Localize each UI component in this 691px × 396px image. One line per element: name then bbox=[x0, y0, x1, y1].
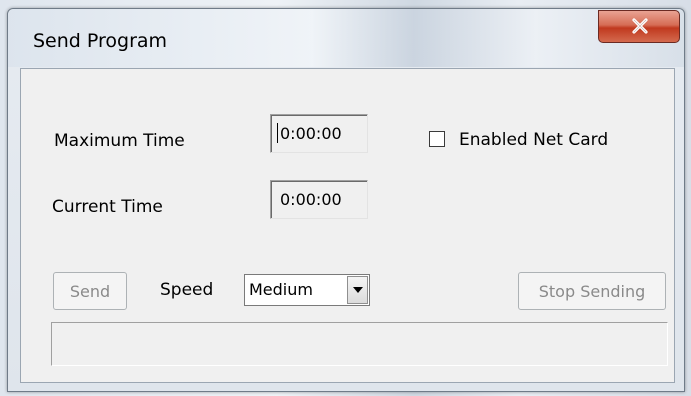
speed-dropdown-button[interactable] bbox=[347, 276, 368, 304]
enable-net-card-label[interactable]: Enabled Net Card bbox=[459, 130, 608, 150]
speed-label: Speed bbox=[160, 280, 214, 300]
current-time-label: Current Time bbox=[52, 197, 163, 217]
title-bar[interactable]: Send Program bbox=[8, 9, 684, 67]
max-time-field[interactable]: 0:00:00 bbox=[270, 114, 368, 153]
speed-value: Medium bbox=[249, 280, 313, 299]
close-button[interactable] bbox=[598, 10, 680, 43]
current-time-field: 0:00:00 bbox=[270, 180, 368, 219]
window-title: Send Program bbox=[33, 30, 168, 52]
send-button[interactable]: Send bbox=[53, 272, 127, 310]
enable-net-card-checkbox[interactable] bbox=[429, 131, 445, 147]
status-bar bbox=[51, 322, 668, 366]
stop-sending-button[interactable]: Stop Sending bbox=[518, 272, 666, 310]
dialog-client-area: Maximum Time 0:00:00 Enabled Net Card Cu… bbox=[20, 68, 675, 383]
chevron-down-icon bbox=[353, 287, 363, 293]
current-time-value: 0:00:00 bbox=[280, 190, 342, 209]
max-time-label: Maximum Time bbox=[54, 131, 185, 151]
close-icon bbox=[632, 18, 648, 34]
send-program-dialog: Send Program Maximum Time 0:00:00 Enable… bbox=[7, 8, 685, 392]
text-caret bbox=[277, 123, 278, 143]
speed-select[interactable]: Medium bbox=[244, 274, 370, 306]
max-time-value: 0:00:00 bbox=[280, 124, 342, 143]
